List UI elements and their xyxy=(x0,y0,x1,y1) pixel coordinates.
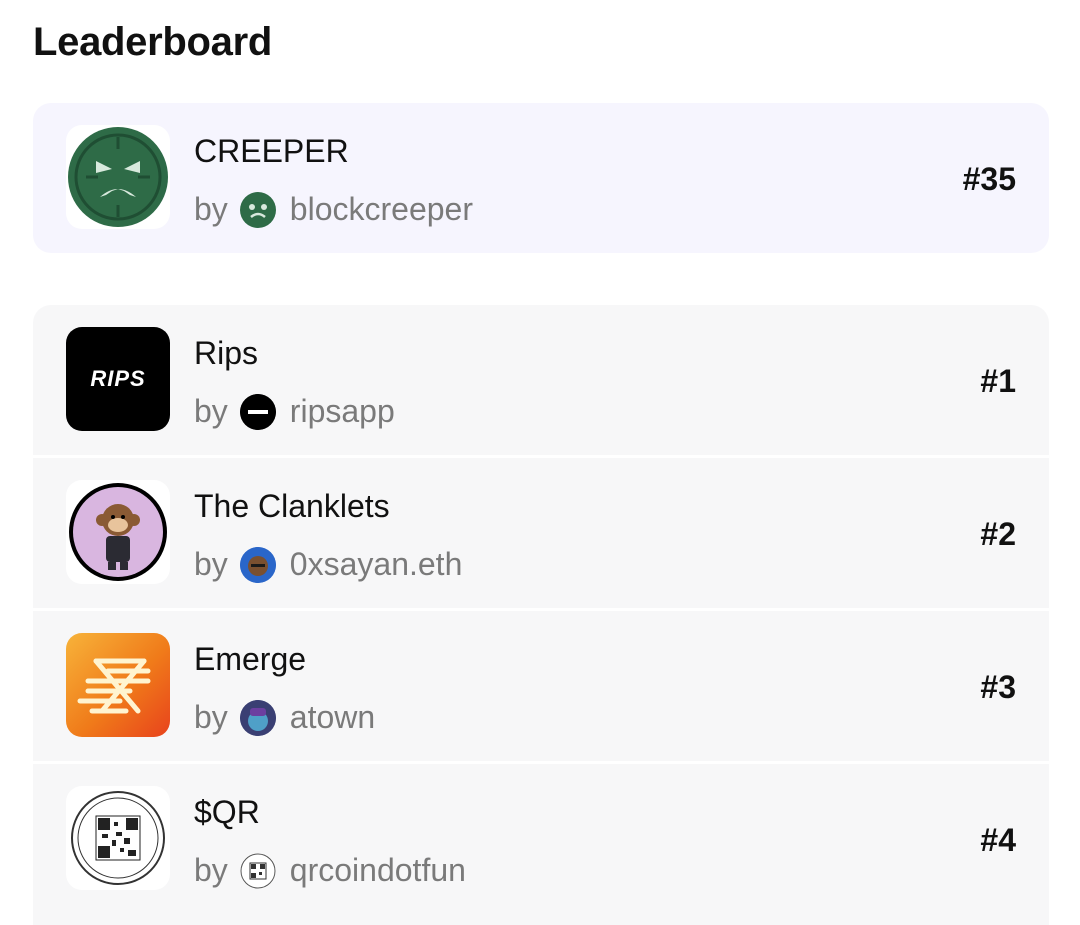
author-avatar xyxy=(239,393,276,430)
entry-byline: by qrcoindotfun xyxy=(194,852,466,889)
featured-entry-card[interactable]: CREEPER by blockcreeper #35 xyxy=(33,103,1049,253)
entry-name: CREEPER xyxy=(194,133,349,169)
entry-byline: by ripsapp xyxy=(194,393,395,430)
entry-name: Rips xyxy=(194,335,259,371)
author-avatar xyxy=(239,546,276,583)
author-name[interactable]: qrcoindotfun xyxy=(290,852,466,889)
entry-rank: #2 xyxy=(980,516,1016,552)
rips-logo-text: RIPS xyxy=(90,366,146,391)
entry-name: $QR xyxy=(194,794,260,830)
qr-coin-icon xyxy=(66,786,170,890)
by-label: by xyxy=(194,699,228,735)
entry-byline: by 0xsayan.eth xyxy=(194,546,462,583)
by-label: by xyxy=(194,546,228,582)
monkey-avatar-icon xyxy=(66,480,170,584)
emerge-logo-icon xyxy=(66,633,170,737)
leaderboard-list: RIPS Rips by ripsapp #1 The Clanklets by… xyxy=(33,305,1049,925)
entry-rank: #4 xyxy=(980,822,1016,858)
creeper-face-icon xyxy=(66,125,170,229)
list-item[interactable]: RIPS Rips by ripsapp #1 xyxy=(33,305,1049,455)
entry-byline: by blockcreeper xyxy=(194,191,473,228)
by-label: by xyxy=(194,191,228,227)
entry-name: Emerge xyxy=(194,641,307,677)
author-name[interactable]: ripsapp xyxy=(290,393,395,430)
list-item[interactable]: $QR by qrcoindotfun #4 xyxy=(33,764,1049,914)
entry-name: The Clanklets xyxy=(194,488,390,524)
entry-rank: #1 xyxy=(980,363,1016,399)
author-avatar xyxy=(239,191,276,228)
author-name[interactable]: blockcreeper xyxy=(290,191,473,228)
author-avatar xyxy=(239,852,276,889)
entry-rank: #3 xyxy=(980,669,1016,705)
author-name[interactable]: 0xsayan.eth xyxy=(290,546,463,583)
author-name[interactable]: atown xyxy=(290,699,375,736)
rips-logo-icon: RIPS xyxy=(66,327,170,431)
entry-rank: #35 xyxy=(962,161,1016,197)
by-label: by xyxy=(194,393,228,429)
list-item[interactable]: The Clanklets by 0xsayan.eth #2 xyxy=(33,458,1049,608)
author-avatar xyxy=(239,699,276,736)
list-item[interactable]: Emerge by atown #3 xyxy=(33,611,1049,761)
entry-byline: by atown xyxy=(194,699,375,736)
by-label: by xyxy=(194,852,228,888)
page-title: Leaderboard xyxy=(33,20,272,64)
